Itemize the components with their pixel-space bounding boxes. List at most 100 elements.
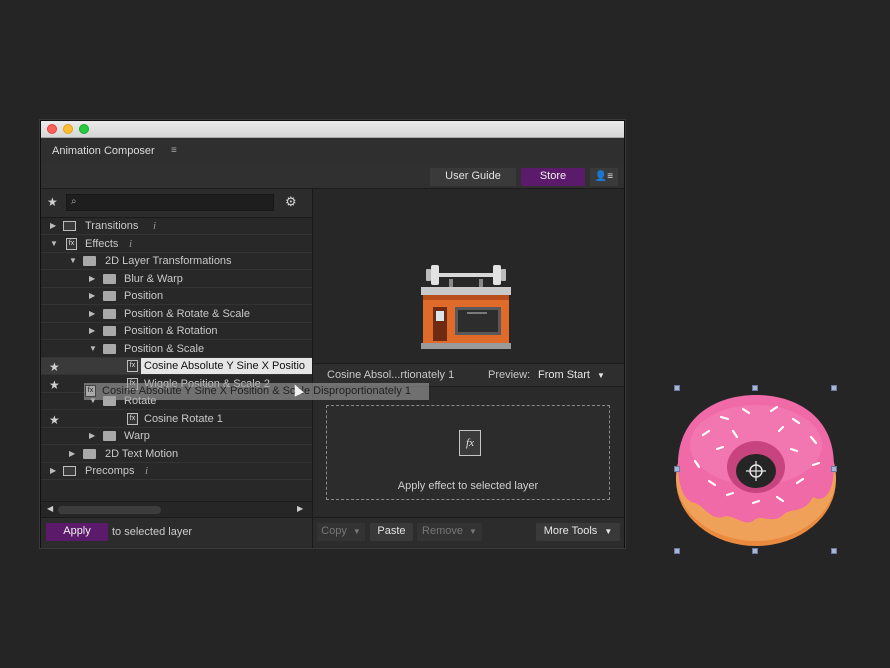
favorite-star-icon[interactable]: ★ xyxy=(49,412,60,428)
tree-item-warp[interactable]: ▶ Warp xyxy=(41,428,312,445)
tree-item-cosine-rotate[interactable]: ★ fx Cosine Rotate 1 xyxy=(41,411,312,428)
transform-handle[interactable] xyxy=(831,466,837,472)
account-menu-icon[interactable]: 👤≡ xyxy=(590,168,618,186)
apply-bar: Apply to selected layer xyxy=(41,517,313,548)
collapse-arrow-icon[interactable]: ▼ xyxy=(89,341,97,357)
preview-panel: Cosine Absol...rtionately 1 Preview: Fro… xyxy=(313,189,624,548)
tree-item-label: Blur & Warp xyxy=(124,273,183,285)
favorites-star-icon[interactable]: ★ xyxy=(47,195,58,209)
more-tools-button[interactable]: More Tools ▼ xyxy=(536,523,620,541)
tree-item-position-rotate-scale[interactable]: ▶ Position & Rotate & Scale xyxy=(41,306,312,323)
expand-arrow-icon[interactable]: ▶ xyxy=(89,271,95,287)
apply-description: to selected layer xyxy=(112,526,193,538)
folder-icon xyxy=(103,326,116,336)
preview-label: Preview: xyxy=(488,369,531,381)
zoom-window-button[interactable] xyxy=(79,124,89,134)
scrollbar-thumb[interactable] xyxy=(58,506,161,514)
tree-item-precomps[interactable]: ▶ Precomps i xyxy=(41,463,312,480)
minimize-window-button[interactable] xyxy=(63,124,73,134)
transform-handle[interactable] xyxy=(674,385,680,391)
expand-arrow-icon[interactable]: ▶ xyxy=(89,288,95,304)
donut-image xyxy=(676,395,836,546)
paste-button[interactable]: Paste xyxy=(370,523,413,541)
folder-icon xyxy=(83,449,96,459)
drop-zone-label: Apply effect to selected layer xyxy=(397,480,539,492)
info-icon[interactable]: i xyxy=(153,218,156,234)
expand-arrow-icon[interactable]: ▶ xyxy=(50,218,56,234)
drag-ghost-label: Cosine Absolute Y Sine X Position & Scal… xyxy=(102,385,411,397)
tree-item-cosine-absolute-selected[interactable]: ★ fx Cosine Absolute Y Sine X Positio xyxy=(41,358,312,375)
remove-label: Remove xyxy=(422,525,463,537)
donut-layer[interactable] xyxy=(673,385,839,555)
actions-bar: Copy ▼ Paste Remove ▼ More Tools ▼ xyxy=(313,517,624,548)
copy-button[interactable]: Copy ▼ xyxy=(317,523,365,541)
folder-icon xyxy=(103,274,116,284)
folder-icon xyxy=(103,291,116,301)
preview-mode-dropdown[interactable]: From Start ▼ xyxy=(538,369,605,381)
tree-item-label: Position & Rotation xyxy=(124,325,218,337)
effect-file-icon: fx xyxy=(459,430,481,456)
search-input[interactable]: ⌕ xyxy=(66,194,274,211)
preset-icon: fx xyxy=(127,360,138,372)
tree-item-blur-warp[interactable]: ▶ Blur & Warp xyxy=(41,271,312,288)
tree-item-label: Cosine Rotate 1 xyxy=(144,413,223,425)
scroll-left-arrow-icon[interactable]: ◀ xyxy=(47,504,53,513)
transform-handle[interactable] xyxy=(831,385,837,391)
panel-menu-icon[interactable]: ≡ xyxy=(171,145,177,156)
drag-ghost-preset: fx Cosine Absolute Y Sine X Position & S… xyxy=(84,383,429,400)
transform-handle[interactable] xyxy=(752,385,758,391)
tree-item-label: 2D Layer Transformations xyxy=(105,255,232,267)
apply-drop-zone[interactable]: fx Apply effect to selected layer xyxy=(326,405,610,500)
preset-icon: fx xyxy=(85,385,96,397)
tree-item-label: Position xyxy=(124,290,164,302)
tree-item-transitions[interactable]: ▶ Transitions i xyxy=(41,218,312,235)
app-title: Animation Composer xyxy=(52,145,155,157)
info-icon[interactable]: i xyxy=(129,236,132,252)
copy-label: Copy xyxy=(321,525,347,537)
user-guide-button[interactable]: User Guide xyxy=(430,168,516,186)
title-bar xyxy=(41,121,624,138)
tree-item-position-scale[interactable]: ▼ Position & Scale xyxy=(41,341,312,358)
apply-button[interactable]: Apply xyxy=(46,523,108,541)
dropdown-arrow-icon: ▼ xyxy=(469,527,477,536)
tree-item-label: Cosine Absolute Y Sine X Positio xyxy=(144,360,306,372)
collapse-arrow-icon[interactable]: ▼ xyxy=(69,253,77,269)
preset-browser: ★ ⌕ ⚙ ▶ Transitions i ▼ fx Effects i ▼ 2… xyxy=(41,189,313,518)
info-icon[interactable]: i xyxy=(145,463,148,479)
tree-item-2d-text-motion[interactable]: ▶ 2D Text Motion xyxy=(41,446,312,463)
settings-gear-icon[interactable]: ⚙ xyxy=(285,194,297,210)
preset-preview xyxy=(313,189,624,364)
remove-button[interactable]: Remove ▼ xyxy=(417,523,482,541)
collapse-arrow-icon[interactable]: ▼ xyxy=(50,236,58,252)
dropdown-arrow-icon: ▼ xyxy=(597,371,605,380)
expand-arrow-icon[interactable]: ▶ xyxy=(69,446,75,462)
favorite-star-icon[interactable]: ★ xyxy=(49,377,60,393)
tree-item-position[interactable]: ▶ Position xyxy=(41,288,312,305)
scroll-right-arrow-icon[interactable]: ▶ xyxy=(297,504,303,513)
category-icon xyxy=(63,221,76,231)
expand-arrow-icon[interactable]: ▶ xyxy=(89,428,95,444)
folder-icon xyxy=(83,256,96,266)
transform-handle[interactable] xyxy=(674,466,680,472)
store-button[interactable]: Store xyxy=(521,168,585,186)
tree-item-2d-layer-transformations[interactable]: ▼ 2D Layer Transformations xyxy=(41,253,312,270)
transform-handle[interactable] xyxy=(674,548,680,554)
favorite-star-icon[interactable]: ★ xyxy=(49,359,60,375)
category-icon xyxy=(63,466,76,476)
tree-item-label: Precomps xyxy=(85,465,135,477)
close-window-button[interactable] xyxy=(47,124,57,134)
tree-item-position-rotation[interactable]: ▶ Position & Rotation xyxy=(41,323,312,340)
tree-item-label: Transitions xyxy=(85,220,139,232)
transform-handle[interactable] xyxy=(831,548,837,554)
preset-icon: fx xyxy=(127,413,138,425)
horizontal-scrollbar[interactable]: ◀ ▶ xyxy=(41,501,312,518)
transform-handle[interactable] xyxy=(752,548,758,554)
expand-arrow-icon[interactable]: ▶ xyxy=(50,463,56,479)
expand-arrow-icon[interactable]: ▶ xyxy=(89,323,95,339)
folder-icon xyxy=(103,309,116,319)
store-building-icon xyxy=(421,265,511,349)
tree-item-label: Effects xyxy=(85,238,119,250)
folder-icon xyxy=(103,431,116,441)
tree-item-effects[interactable]: ▼ fx Effects i xyxy=(41,236,312,253)
expand-arrow-icon[interactable]: ▶ xyxy=(89,306,95,322)
